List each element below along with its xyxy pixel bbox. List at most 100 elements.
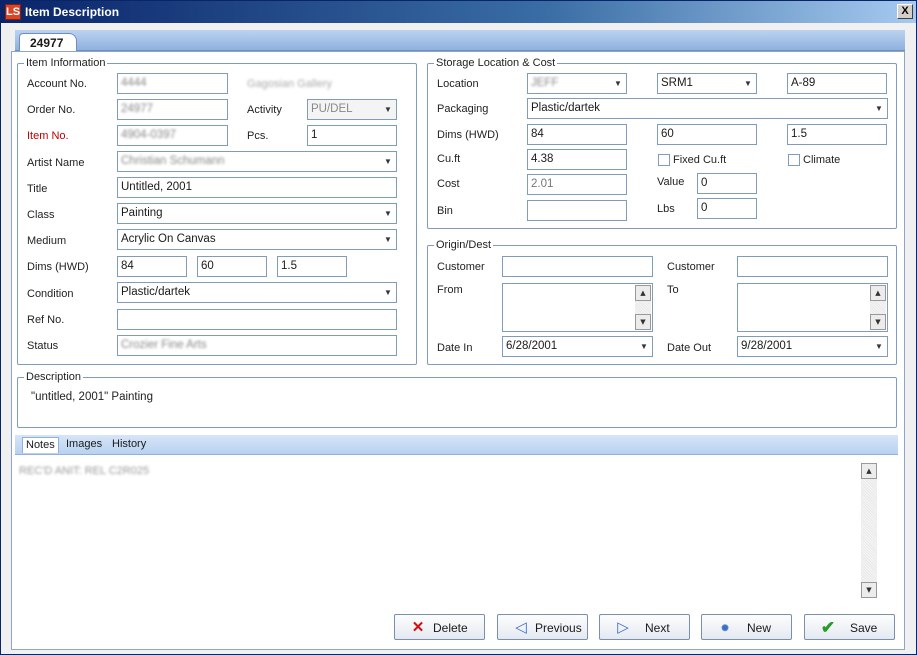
tab-notes[interactable]: Notes bbox=[22, 437, 59, 453]
artist-label: Artist Name bbox=[27, 157, 85, 169]
date-out-picker[interactable]: 9/28/2001 ▼ bbox=[737, 336, 888, 357]
fixed-cuft-checkbox[interactable] bbox=[658, 154, 670, 166]
storage-dims-width-field[interactable]: 60 bbox=[657, 124, 757, 145]
storage-dims-height-field[interactable]: 84 bbox=[527, 124, 627, 145]
customer-from-field[interactable] bbox=[502, 256, 653, 277]
date-in-picker[interactable]: 6/28/2001 ▼ bbox=[502, 336, 653, 357]
customer-to-label: Customer bbox=[667, 261, 715, 273]
bin-field[interactable] bbox=[527, 200, 627, 221]
from-label: From bbox=[437, 284, 463, 296]
description-legend: Description bbox=[24, 371, 84, 383]
new-button[interactable]: ✺ New bbox=[701, 614, 792, 640]
item-no-field[interactable]: 4904-0397 bbox=[117, 125, 228, 146]
notes-scrollbar[interactable]: ▲ ▼ bbox=[861, 463, 877, 598]
close-button[interactable]: X bbox=[897, 4, 913, 19]
scroll-up-icon[interactable]: ▲ bbox=[635, 285, 651, 301]
chevron-down-icon: ▼ bbox=[384, 209, 392, 218]
from-textarea[interactable]: ▲ ▼ bbox=[502, 283, 653, 332]
status-field[interactable]: Crozier Fine Arts bbox=[117, 335, 397, 356]
account-label: Account No. bbox=[27, 78, 87, 90]
green-check-icon: ✔ bbox=[820, 618, 836, 637]
class-select[interactable]: Painting ▼ bbox=[117, 203, 397, 224]
arrow-right-icon: ▷ bbox=[617, 619, 629, 636]
medium-label: Medium bbox=[27, 235, 67, 247]
scroll-up-icon[interactable]: ▲ bbox=[870, 285, 886, 301]
title-label: Title bbox=[27, 183, 48, 195]
condition-label: Condition bbox=[27, 288, 74, 300]
item-dims-depth-field[interactable]: 1.5 bbox=[277, 256, 347, 277]
lbs-label: Lbs bbox=[657, 203, 675, 215]
customer-from-label: Customer bbox=[437, 261, 485, 273]
bin-label: Bin bbox=[437, 205, 453, 217]
from-scrollbar[interactable]: ▲ ▼ bbox=[635, 285, 651, 330]
chevron-down-icon: ▼ bbox=[384, 105, 392, 114]
activity-select[interactable]: PU/DEL ▼ bbox=[307, 99, 397, 120]
pcs-label: Pcs. bbox=[247, 130, 269, 142]
cuft-label: Cu.ft bbox=[437, 153, 461, 165]
to-textarea[interactable]: ▲ ▼ bbox=[737, 283, 888, 332]
record-tabstrip bbox=[15, 30, 905, 51]
tab-images[interactable]: Images bbox=[66, 438, 102, 450]
date-in-label: Date In bbox=[437, 342, 473, 354]
condition-select[interactable]: Plastic/dartek ▼ bbox=[117, 282, 397, 303]
cuft-field[interactable]: 4.38 bbox=[527, 149, 627, 170]
scroll-down-icon[interactable]: ▼ bbox=[635, 314, 651, 330]
to-label: To bbox=[667, 284, 679, 296]
location-label: Location bbox=[437, 78, 479, 90]
item-no-label: Item No. bbox=[27, 130, 69, 142]
fixed-cuft-label: Fixed Cu.ft bbox=[673, 154, 727, 166]
notes-text: REC'D ANIT: REL C2R025 bbox=[19, 465, 150, 477]
app-logo-icon: LS bbox=[5, 4, 21, 20]
customer-to-field[interactable] bbox=[737, 256, 888, 277]
item-dims-height-field[interactable]: 84 bbox=[117, 256, 187, 277]
delete-button[interactable]: ✕ Delete bbox=[394, 614, 485, 640]
to-scrollbar[interactable]: ▲ ▼ bbox=[870, 285, 886, 330]
ref-no-label: Ref No. bbox=[27, 314, 65, 326]
chevron-down-icon: ▼ bbox=[384, 157, 392, 166]
item-description-window: LS Item Description X 24977 Item Informa… bbox=[0, 0, 917, 655]
location-room-select[interactable]: SRM1 ▼ bbox=[657, 73, 757, 94]
title-field[interactable]: Untitled, 2001 bbox=[117, 177, 397, 198]
previous-button[interactable]: ◁ Previous bbox=[497, 614, 588, 640]
record-tab[interactable]: 24977 bbox=[19, 33, 77, 53]
value-field[interactable]: 0 bbox=[697, 173, 757, 194]
order-field[interactable]: 24977 bbox=[117, 99, 228, 120]
climate-label: Climate bbox=[803, 154, 841, 166]
next-button[interactable]: ▷ Next bbox=[599, 614, 690, 640]
chevron-down-icon: ▼ bbox=[744, 79, 752, 88]
scroll-up-icon[interactable]: ▲ bbox=[861, 463, 877, 479]
account-name-text: Gagosian Gallery bbox=[247, 78, 332, 90]
artist-select[interactable]: Christian Schumann ▼ bbox=[117, 151, 397, 172]
chevron-down-icon: ▼ bbox=[875, 104, 883, 113]
climate-checkbox[interactable] bbox=[788, 154, 800, 166]
notes-tabstrip: Notes Images History bbox=[15, 435, 898, 455]
account-field[interactable]: 4444 bbox=[117, 73, 228, 94]
location-slot-field[interactable]: A-89 bbox=[787, 73, 887, 94]
description-text: "untitled, 2001" Painting bbox=[31, 391, 153, 403]
scroll-down-icon[interactable]: ▼ bbox=[861, 582, 877, 598]
class-label: Class bbox=[27, 209, 55, 221]
pcs-field[interactable]: 1 bbox=[307, 125, 397, 146]
item-dims-label: Dims (HWD) bbox=[27, 261, 89, 273]
location-select[interactable]: JEFF ▼ bbox=[527, 73, 627, 94]
notes-area[interactable]: REC'D ANIT: REL C2R025 bbox=[15, 456, 878, 601]
item-dims-width-field[interactable]: 60 bbox=[197, 256, 267, 277]
scroll-down-icon[interactable]: ▼ bbox=[870, 314, 886, 330]
status-label: Status bbox=[27, 340, 59, 352]
new-badge-icon: ✺ bbox=[721, 623, 729, 633]
save-button[interactable]: ✔ Save bbox=[804, 614, 895, 640]
cost-field[interactable]: 2.01 bbox=[527, 174, 627, 195]
packaging-select[interactable]: Plastic/dartek ▼ bbox=[527, 98, 888, 119]
chevron-down-icon: ▼ bbox=[875, 342, 883, 351]
arrow-left-icon: ◁ bbox=[515, 619, 527, 636]
title-bar: LS Item Description X bbox=[1, 1, 916, 23]
storage-legend: Storage Location & Cost bbox=[434, 57, 558, 69]
red-x-icon: ✕ bbox=[411, 619, 425, 636]
chevron-down-icon: ▼ bbox=[614, 79, 622, 88]
activity-label: Activity bbox=[247, 104, 282, 116]
ref-no-field[interactable] bbox=[117, 309, 397, 330]
storage-dims-depth-field[interactable]: 1.5 bbox=[787, 124, 887, 145]
lbs-field[interactable]: 0 bbox=[697, 198, 757, 219]
tab-history[interactable]: History bbox=[112, 438, 146, 450]
medium-select[interactable]: Acrylic On Canvas ▼ bbox=[117, 229, 397, 250]
